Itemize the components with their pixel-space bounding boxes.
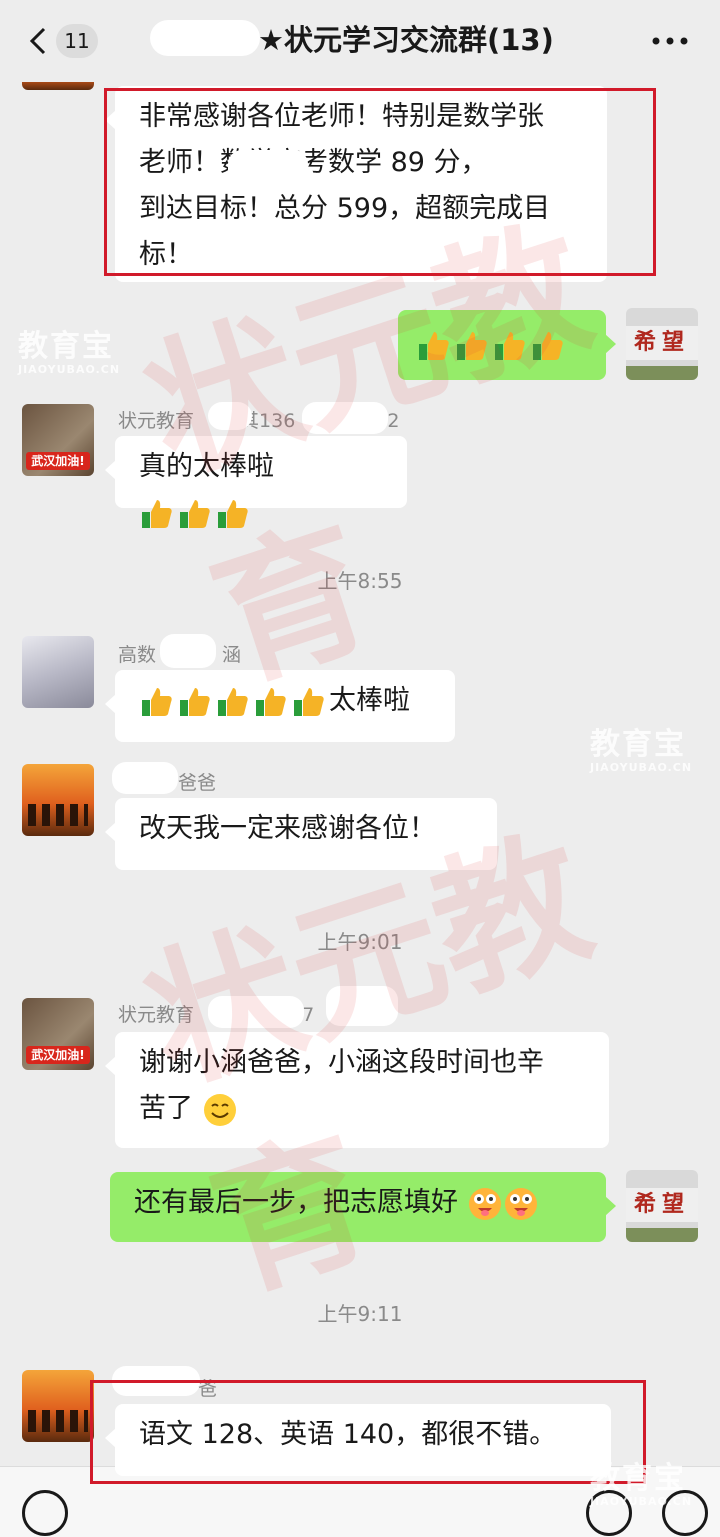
message-text: 真的太棒啦: [139, 451, 274, 482]
thumbs-up-icon: [142, 500, 172, 528]
avatar-hope-sign[interactable]: 希望: [626, 1170, 698, 1242]
avatar-war-horse[interactable]: [22, 1370, 94, 1442]
smile-emoji-icon: [203, 1093, 236, 1126]
thumbs-up-icon: [180, 688, 210, 716]
chat-header: 11 ★状元学习交流群(13): [0, 0, 720, 82]
thumbs-up-icon: [294, 688, 324, 716]
thumbs-up-emoji-group: [416, 323, 568, 369]
avatar-sign-text: 希望: [626, 1188, 698, 1222]
highlight-box-bottom: [90, 1380, 646, 1484]
timestamp: 上午9:01: [317, 930, 403, 954]
sender-name: 爸爸: [178, 772, 217, 794]
avatar-sign-text: 希望: [626, 326, 698, 360]
thumbs-up-emoji-group: [139, 491, 253, 537]
avatar-edu[interactable]: 武汉加油!: [22, 404, 94, 476]
message-bubble-green[interactable]: 还有最后一步，把志愿填好: [110, 1172, 616, 1242]
emoji-button-icon[interactable]: [586, 1490, 632, 1536]
back-icon[interactable]: [26, 26, 52, 56]
message-text: 太棒啦: [329, 685, 410, 716]
redaction-mask: [208, 996, 304, 1028]
thumbs-up-icon: [256, 688, 286, 716]
thumbs-up-icon: [218, 688, 248, 716]
thumbs-up-icon: [218, 500, 248, 528]
redaction-mask: [112, 762, 178, 794]
thumbs-up-icon: [533, 332, 563, 360]
thumbs-up-icon: [180, 500, 210, 528]
thumbs-up-icon: [495, 332, 525, 360]
avatar-tag: 武汉加油!: [26, 452, 90, 470]
tongue-out-emoji-icon: [504, 1187, 537, 1220]
message-bubble[interactable]: 真的太棒啦: [105, 436, 407, 528]
redaction-mask: [326, 986, 398, 1026]
message-text: 还有最后一步，把志愿填好: [134, 1187, 458, 1218]
unread-count-badge[interactable]: 11: [56, 24, 98, 58]
message-bubble-thumbs[interactable]: [398, 310, 616, 380]
redaction-mask: [160, 634, 216, 668]
highlight-box-top: [104, 88, 656, 276]
more-options-icon[interactable]: [650, 26, 690, 56]
avatar-ink-painting[interactable]: [22, 636, 94, 708]
message-bubble[interactable]: 太棒啦: [105, 670, 455, 742]
message-text: 改天我一定来感谢各位！: [139, 813, 436, 844]
chat-title: ★状元学习交流群(13): [258, 23, 554, 57]
avatar-war-horse[interactable]: [22, 764, 94, 836]
timestamp: 上午9:11: [317, 1302, 403, 1326]
watermark-logo: 教育宝 JIAOYUBAO.CN: [18, 329, 121, 376]
redacted-title-mask: [150, 20, 260, 56]
redaction-mask: [302, 402, 388, 434]
thumbs-up-icon: [419, 332, 449, 360]
message-line: 谢谢小涵爸爸，小涵这段时间也辛: [139, 1047, 544, 1078]
thumbs-up-icon: [142, 688, 172, 716]
tongue-out-emoji-icon: [468, 1187, 501, 1220]
message-bubble[interactable]: 谢谢小涵爸爸，小涵这段时间也辛 苦了: [105, 1032, 609, 1148]
avatar-edu[interactable]: 武汉加油!: [22, 998, 94, 1070]
redaction-mask: [208, 402, 252, 430]
message-line: 苦了: [139, 1086, 587, 1132]
message-bubble[interactable]: 改天我一定来感谢各位！: [105, 798, 497, 870]
thumbs-up-icon: [457, 332, 487, 360]
thumbs-up-emoji-group: [139, 679, 329, 725]
avatar-hope-sign[interactable]: 希望: [626, 308, 698, 380]
avatar-tag: 武汉加油!: [26, 1046, 90, 1064]
plus-button-icon[interactable]: [662, 1490, 708, 1536]
voice-input-icon[interactable]: [22, 1490, 68, 1536]
timestamp: 上午8:55: [317, 569, 403, 593]
watermark-logo: 教育宝 JIAOYUBAO.CN: [590, 727, 693, 774]
